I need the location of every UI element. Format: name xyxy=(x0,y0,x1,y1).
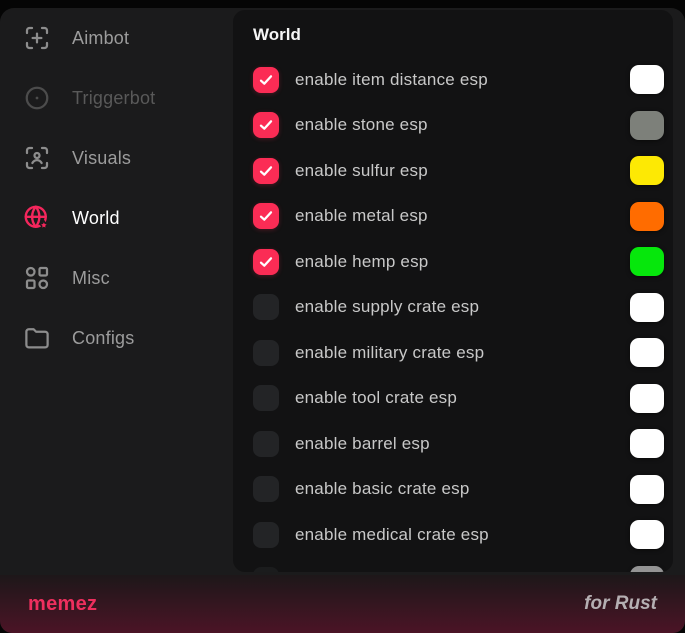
esp-option-row xyxy=(253,558,664,573)
sidebar-item-world[interactable]: World xyxy=(0,188,233,248)
sidebar-item-label: Triggerbot xyxy=(72,88,155,109)
sidebar-item-configs[interactable]: Configs xyxy=(0,308,233,368)
trigger-circle-icon xyxy=(22,83,52,113)
sidebar: Aimbot Triggerbot Visuals xyxy=(0,8,233,575)
esp-checkbox[interactable] xyxy=(253,67,279,93)
esp-option-label: enable hemp esp xyxy=(295,252,630,272)
person-scan-icon xyxy=(22,143,52,173)
esp-color-swatch[interactable] xyxy=(630,520,664,549)
esp-option-row: enable barrel esp xyxy=(253,421,664,467)
check-icon xyxy=(258,117,274,133)
check-icon xyxy=(258,254,274,270)
esp-option-row: enable item distance esp xyxy=(253,57,664,103)
esp-color-swatch[interactable] xyxy=(630,429,664,458)
esp-option-row: enable metal esp xyxy=(253,194,664,240)
sidebar-item-label: Misc xyxy=(72,268,110,289)
esp-checkbox[interactable] xyxy=(253,476,279,502)
sidebar-item-aimbot[interactable]: Aimbot xyxy=(0,8,233,68)
panel-title: World xyxy=(253,23,664,47)
check-icon xyxy=(258,163,274,179)
esp-checkbox[interactable] xyxy=(253,340,279,366)
sidebar-item-misc[interactable]: Misc xyxy=(0,248,233,308)
esp-checkbox[interactable] xyxy=(253,203,279,229)
sidebar-item-label: Visuals xyxy=(72,148,131,169)
esp-checkbox[interactable] xyxy=(253,385,279,411)
sidebar-item-triggerbot[interactable]: Triggerbot xyxy=(0,68,233,128)
esp-option-row: enable medical crate esp xyxy=(253,512,664,558)
esp-option-row: enable supply crate esp xyxy=(253,285,664,331)
footer-bar: memez for Rust xyxy=(0,575,685,633)
check-icon xyxy=(258,208,274,224)
esp-option-label: enable basic crate esp xyxy=(295,479,630,499)
esp-color-swatch[interactable] xyxy=(630,202,664,231)
esp-checkbox[interactable] xyxy=(253,112,279,138)
esp-option-label: enable metal esp xyxy=(295,206,630,226)
esp-option-row: enable sulfur esp xyxy=(253,148,664,194)
esp-color-swatch[interactable] xyxy=(630,384,664,413)
esp-checkbox[interactable] xyxy=(253,522,279,548)
brand-tagline: for Rust xyxy=(584,593,657,615)
esp-checkbox[interactable] xyxy=(253,431,279,457)
esp-color-swatch[interactable] xyxy=(630,247,664,276)
globe-star-icon xyxy=(22,203,52,233)
esp-color-swatch[interactable] xyxy=(630,156,664,185)
sidebar-item-label: World xyxy=(72,208,120,229)
esp-color-swatch[interactable] xyxy=(630,475,664,504)
esp-option-list: enable item distance esp enable stone es… xyxy=(253,57,664,572)
esp-color-swatch[interactable] xyxy=(630,566,664,572)
world-panel: World enable item distance esp xyxy=(233,10,673,572)
esp-option-label: enable tool crate esp xyxy=(295,388,630,408)
shapes-grid-icon xyxy=(22,263,52,293)
folder-icon xyxy=(22,323,52,353)
cheat-menu-window: Aimbot Triggerbot Visuals xyxy=(0,8,685,633)
esp-option-label: enable item distance esp xyxy=(295,70,630,90)
esp-option-row: enable tool crate esp xyxy=(253,376,664,422)
sidebar-item-label: Configs xyxy=(72,328,134,349)
esp-option-label: enable sulfur esp xyxy=(295,161,630,181)
brand-name: memez xyxy=(28,593,97,616)
esp-color-swatch[interactable] xyxy=(630,65,664,94)
esp-color-swatch[interactable] xyxy=(630,338,664,367)
esp-option-label: enable supply crate esp xyxy=(295,297,630,317)
esp-option-label: enable medical crate esp xyxy=(295,525,630,545)
esp-option-label: enable stone esp xyxy=(295,115,630,135)
esp-color-swatch[interactable] xyxy=(630,111,664,140)
esp-color-swatch[interactable] xyxy=(630,293,664,322)
esp-option-label: enable barrel esp xyxy=(295,434,630,454)
esp-checkbox[interactable] xyxy=(253,249,279,275)
esp-checkbox[interactable] xyxy=(253,294,279,320)
sidebar-item-label: Aimbot xyxy=(72,28,129,49)
esp-option-row: enable hemp esp xyxy=(253,239,664,285)
sidebar-item-visuals[interactable]: Visuals xyxy=(0,128,233,188)
esp-checkbox[interactable] xyxy=(253,567,279,572)
esp-option-label: enable military crate esp xyxy=(295,343,630,363)
check-icon xyxy=(258,72,274,88)
scan-plus-icon xyxy=(22,23,52,53)
esp-option-row: enable basic crate esp xyxy=(253,467,664,513)
esp-option-row: enable military crate esp xyxy=(253,330,664,376)
esp-checkbox[interactable] xyxy=(253,158,279,184)
esp-option-row: enable stone esp xyxy=(253,103,664,149)
